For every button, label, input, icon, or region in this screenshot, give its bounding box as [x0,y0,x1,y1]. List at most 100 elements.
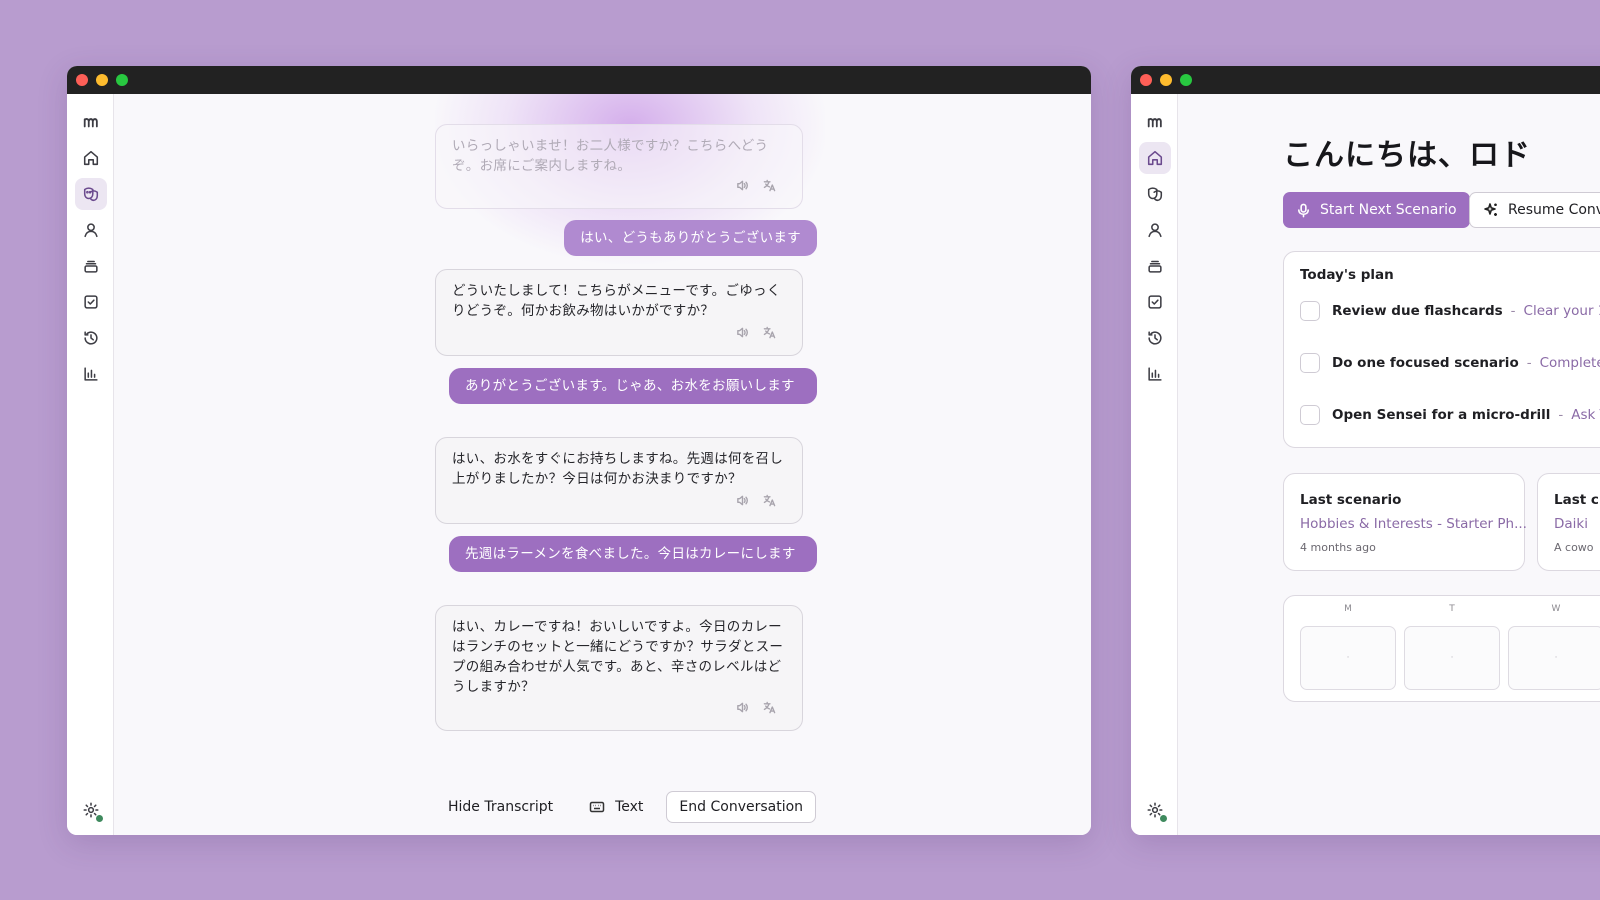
translate-button[interactable] [763,494,776,514]
plan-item-description: Ask Tama [1571,407,1600,423]
card-subtitle: Hobbies & Interests - Starter Ph... [1300,516,1527,532]
ai-message-bubble: いらっしゃいませ！お二人様ですか？こちらへどうぞ。お席にご案内しますね。 [435,124,803,209]
start-next-scenario-button[interactable]: Start Next Scenario [1283,192,1470,228]
user-message-bubble: ありがとうございます。じゃあ、お水をお願いします [449,368,817,404]
chart-icon [1148,367,1162,381]
last-scenario-card[interactable]: Last scenario Hobbies & Interests - Star… [1283,473,1527,571]
conversation-transcript: いらっしゃいませ！お二人様ですか？こちらへどうぞ。お席にご案内しますね。 はい、… [115,94,1091,835]
weekly-calendar-card: M T W · · · [1283,595,1600,702]
hide-transcript-button[interactable]: Hide Transcript [435,791,566,823]
nav-stats[interactable] [75,358,107,390]
microphone-icon [1298,203,1309,217]
plan-item: Do one focused scenario - Complete a sh [1300,353,1600,373]
nav-history[interactable] [75,322,107,354]
play-audio-button[interactable] [736,179,749,199]
plan-item-name: Review due flashcards [1332,303,1503,319]
message-text: どういたしまして！こちらがメニューです。ごゆっくりどうぞ。何かお飲み物はいかがで… [452,283,781,319]
masks-icon [83,187,99,202]
play-audio-button[interactable] [736,701,749,721]
text-input-button[interactable]: Text [576,791,656,823]
translate-icon [763,494,776,507]
user-message-bubble: はい、どうもありがとうございます [564,220,817,256]
calendar-day-label: T [1449,604,1455,614]
message-text: ありがとうございます。じゃあ、お水をお願いします [465,378,795,394]
nav-stats[interactable] [1139,358,1171,390]
card-title: Last c [1554,492,1599,508]
conversation-controls: Hide Transcript Text End Conversation [435,791,817,823]
translate-icon [763,326,776,339]
nav-home[interactable] [75,142,107,174]
home-window: こんにちは、ロド Start Next Scenario Resume Conv… [1131,66,1600,835]
online-status-dot [95,814,104,823]
card-timestamp: A cowo [1554,541,1594,554]
plan-item-name: Open Sensei for a micro-drill [1332,407,1551,423]
calendar-day-label: M [1344,604,1352,614]
nav-tasks[interactable] [1139,286,1171,318]
user-icon [1148,223,1162,238]
translate-button[interactable] [763,701,776,721]
stack-icon [1148,260,1162,273]
plan-item-description: Complete a sh [1539,355,1600,371]
message-text: はい、どうもありがとうございます [580,230,801,246]
title-bar [1131,66,1600,94]
translate-button[interactable] [763,179,776,199]
minimize-window-button[interactable] [1160,74,1172,86]
translate-button[interactable] [763,326,776,346]
masks-icon [1147,187,1163,202]
home-dashboard: こんにちは、ロド Start Next Scenario Resume Conv… [1179,94,1600,835]
message-text: いらっしゃいませ！お二人様ですか？こちらへどうぞ。お席にご案内しますね。 [452,138,769,174]
translate-icon [763,179,776,192]
maximize-window-button[interactable] [1180,74,1192,86]
translate-icon [763,701,776,714]
plan-item-name: Do one focused scenario [1332,355,1519,371]
end-conversation-label: End Conversation [679,799,804,815]
close-window-button[interactable] [1140,74,1152,86]
plan-separator: - [1510,303,1516,319]
nav-profile[interactable] [1139,214,1171,246]
speaker-icon [737,180,748,191]
checkbox-icon [84,295,98,309]
speaker-icon [737,495,748,506]
speaker-icon [737,702,748,713]
last-conversation-card[interactable]: Last c Daiki A cowo [1537,473,1600,571]
ai-message-bubble: はい、カレーですね！おいしいですよ。今日のカレーはランチのセットと一緒にどうです… [435,605,803,731]
minimize-window-button[interactable] [96,74,108,86]
speaker-icon [737,327,748,338]
maximize-window-button[interactable] [116,74,128,86]
calendar-day-cell[interactable]: · [1508,626,1600,690]
history-icon [84,331,98,345]
nav-settings[interactable] [1139,794,1171,826]
resume-conversation-button[interactable]: Resume Conve [1469,192,1600,228]
nav-scenarios[interactable] [1139,178,1171,210]
end-conversation-button[interactable]: End Conversation [666,791,817,823]
history-icon [1148,331,1162,345]
plan-checkbox[interactable] [1300,301,1320,321]
logo-icon[interactable] [1139,106,1171,138]
nav-settings[interactable] [75,794,107,826]
calendar-day-cell[interactable]: · [1404,626,1500,690]
calendar-day-cell[interactable]: · [1300,626,1396,690]
nav-flashcards[interactable] [75,250,107,282]
close-window-button[interactable] [76,74,88,86]
text-label: Text [615,799,644,815]
plan-item: Review due flashcards - Clear your 18 du [1300,301,1600,321]
play-audio-button[interactable] [736,326,749,346]
nav-scenarios[interactable] [75,178,107,210]
online-status-dot [1159,814,1168,823]
plan-separator: - [1526,355,1532,371]
nav-flashcards[interactable] [1139,250,1171,282]
plan-checkbox[interactable] [1300,405,1320,425]
chart-icon [84,367,98,381]
plan-item: Open Sensei for a micro-drill - Ask Tama [1300,405,1600,425]
nav-history[interactable] [1139,322,1171,354]
plan-checkbox[interactable] [1300,353,1320,373]
user-message-bubble: 先週はラーメンを食べました。今日はカレーにします [449,536,817,572]
plan-title: Today's plan [1300,267,1394,283]
play-audio-button[interactable] [736,494,749,514]
page-title: こんにちは、ロド [1283,138,1531,173]
nav-profile[interactable] [75,214,107,246]
logo-icon[interactable] [75,106,107,138]
nav-home[interactable] [1139,142,1171,174]
ai-message-bubble: どういたしまして！こちらがメニューです。ごゆっくりどうぞ。何かお飲み物はいかがで… [435,269,803,356]
nav-tasks[interactable] [75,286,107,318]
